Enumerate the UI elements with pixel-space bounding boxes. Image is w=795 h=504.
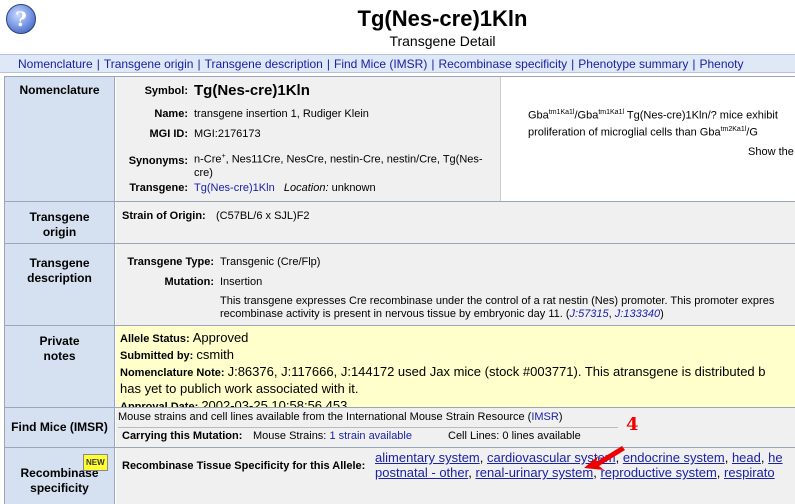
symbol-label: Symbol: — [144, 85, 188, 97]
nomenclature-content: Symbol: Tg(Nes-cre)1Kln Name: transgene … — [116, 77, 795, 201]
mouse-strains-link[interactable]: 1 strain available — [329, 430, 412, 442]
mgi-id-label: MGI ID: — [149, 128, 189, 140]
tissue-link-alimentary[interactable]: alimentary system — [375, 450, 480, 465]
nav-separator: | — [431, 57, 435, 71]
nav-nomenclature[interactable]: Nomenclature — [18, 57, 93, 71]
carrying-mutation-label: Carrying this Mutation: — [122, 430, 243, 442]
strain-of-origin-label: Strain of Origin: — [122, 210, 206, 222]
nomenclature-detail-panel: Symbol: Tg(Nes-cre)1Kln Name: transgene … — [116, 77, 501, 201]
find-mice-label: Find Mice (IMSR) — [4, 408, 115, 447]
nomenclature-label: Nomenclature — [4, 77, 115, 201]
imsr-link[interactable]: IMSR — [531, 411, 559, 423]
nav-transgene-description[interactable]: Transgene description — [205, 57, 323, 71]
transgene-description-text: This transgene expresses Cre recombinase… — [220, 295, 775, 320]
nav-separator: | — [96, 57, 100, 71]
new-badge: NEW — [83, 454, 108, 471]
tissue-link-he[interactable]: he — [768, 450, 782, 465]
reference-link-1[interactable]: J:57315 — [570, 308, 609, 320]
transgene-link[interactable]: Tg(Nes-cre)1Kln — [194, 182, 275, 194]
transgene-type-label: Transgene Type: — [127, 256, 214, 268]
private-notes-text: Allele Status: Approved Submitted by: cs… — [120, 330, 766, 413]
private-notes-content: Allele Status: Approved Submitted by: cs… — [116, 326, 795, 413]
nav-recombinase-specificity[interactable]: Recombinase specificity — [438, 57, 567, 71]
phenotype-summary-snippet: Gbatm1Ka1l/Gbatm1Ka1l Tg(Nes-cre)1Kln/? … — [528, 109, 778, 139]
transgene-label: Transgene: — [129, 182, 188, 194]
tissue-link-respiratory[interactable]: respirato — [724, 465, 775, 480]
nav-find-mice[interactable]: Find Mice (IMSR) — [334, 57, 427, 71]
name-label: Name: — [154, 108, 188, 120]
transgene-origin-section: Transgene origin Strain of Origin: (C57B… — [4, 201, 795, 243]
recombinase-label: NEW Recombinase specificity — [4, 448, 115, 504]
mutation-label: Mutation: — [164, 276, 214, 288]
transgene-description-content: Transgene Type: Transgenic (Cre/Flp) Mut… — [116, 244, 795, 325]
tissue-link-renal-urinary[interactable]: renal-urinary system — [475, 465, 593, 480]
nav-phenotypes[interactable]: Phenoty — [699, 57, 743, 71]
page-title: Tg(Nes-cre)1Kln — [357, 6, 528, 31]
find-mice-content: Mouse strains and cell lines available f… — [116, 408, 795, 447]
cell-lines-info: Cell Lines: 0 lines available — [448, 430, 581, 442]
imsr-description: Mouse strains and cell lines available f… — [118, 411, 563, 423]
tissue-specificity-label: Recombinase Tissue Specificity for this … — [122, 460, 366, 472]
synonyms-label: Synonyms: — [128, 155, 188, 167]
transgene-description-section: Transgene description Transgene Type: Tr… — [4, 243, 795, 325]
tissue-link-head[interactable]: head — [732, 450, 761, 465]
recombinase-content: Recombinase Tissue Specificity for this … — [116, 448, 795, 504]
carrying-mutation-row: Carrying this Mutation: Mouse Strains: 1… — [118, 427, 618, 444]
nav-separator: | — [326, 57, 330, 71]
transgene-origin-content: Strain of Origin: (C57BL/6 x SJL)F2 — [116, 202, 795, 243]
tissue-link-postnatal-other[interactable]: postnatal - other — [375, 465, 468, 480]
tissue-links: alimentary system, cardiovascular system… — [375, 450, 783, 480]
mutation-value: Insertion — [220, 276, 263, 288]
section-nav: Nomenclature | Transgene origin | Transgene … — [0, 54, 795, 73]
mgi-id-value: MGI:2176173 — [194, 128, 261, 140]
transgene-description-label: Transgene description — [4, 244, 115, 325]
transgene-info: Tg(Nes-cre)1Kln Location: unknown — [194, 182, 376, 194]
private-notes-section: Private notes Allele Status: Approved Su… — [4, 325, 795, 413]
name-value: transgene insertion 1, Rudiger Klein — [194, 108, 369, 120]
nav-separator: | — [571, 57, 575, 71]
private-notes-label: Private notes — [4, 326, 115, 407]
find-mice-section: Find Mice (IMSR) Mouse strains and cell … — [4, 407, 795, 447]
nav-transgene-origin[interactable]: Transgene origin — [104, 57, 194, 71]
nav-phenotype-summary[interactable]: Phenotype summary — [578, 57, 688, 71]
nomenclature-section: Nomenclature Symbol: Tg(Nes-cre)1Kln Nam… — [4, 76, 795, 201]
nav-separator: | — [692, 57, 696, 71]
transgene-origin-label: Transgene origin — [4, 202, 115, 243]
nav-separator: | — [197, 57, 201, 71]
annotation-arrow-icon — [584, 446, 625, 470]
reference-link-2[interactable]: J:133340 — [615, 308, 660, 320]
symbol-value: Tg(Nes-cre)1Kln — [194, 82, 310, 99]
strain-of-origin-value: (C57BL/6 x SJL)F2 — [216, 210, 310, 222]
synonyms-value: n-Cre+, Nes11Cre, NesCre, nestin-Cre, ne… — [194, 153, 483, 179]
transgene-type-value: Transgenic (Cre/Flp) — [220, 256, 321, 268]
annotation-number: 4 — [626, 414, 639, 435]
show-the-link[interactable]: Show the — [748, 146, 794, 158]
mouse-strains-info: Mouse Strains: 1 strain available — [253, 430, 412, 442]
recombinase-section: NEW Recombinase specificity Recombinase … — [4, 447, 795, 504]
page-subtitle: Transgene Detail — [389, 33, 496, 49]
